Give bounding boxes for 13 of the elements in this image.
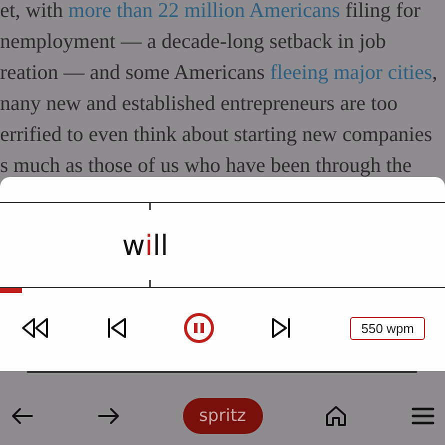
article-text: nany new and established entrepreneurs are too [0,90,399,117]
rewind-icon [20,317,50,339]
article-text: nemployment — a decade-long setback in job [0,28,388,55]
article-text: reation — and some Americans fleeing major cities, [0,59,438,86]
article-text: s much as those of us who have been through the [0,152,413,179]
pause-button[interactable] [182,311,216,345]
spritz-button[interactable]: spritz [182,398,262,434]
speed-button[interactable]: 550 wpm [350,316,425,340]
previous-icon [106,317,128,339]
next-icon [270,317,292,339]
article-text: errified to even think about starting new companies [0,121,434,148]
reading-word: will [121,228,168,262]
article-text: et, with more than 22 million Americans filing for [0,0,422,24]
